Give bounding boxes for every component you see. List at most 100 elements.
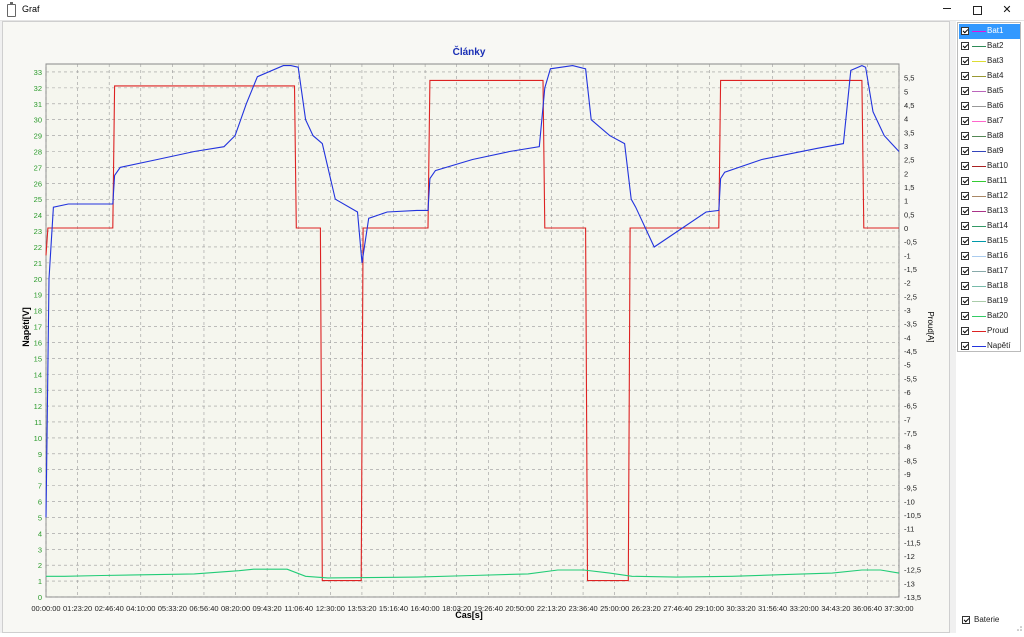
y2-tick-label: -9,5 (904, 484, 917, 493)
legend-color-swatch (972, 31, 986, 32)
checkbox-icon[interactable] (961, 192, 969, 200)
checkbox-icon[interactable] (961, 237, 969, 245)
close-button[interactable]: ✕ (992, 0, 1022, 20)
legend-item[interactable]: Bat1 (959, 24, 1020, 39)
checkbox-icon[interactable] (961, 222, 969, 230)
checkbox-icon[interactable] (961, 57, 969, 65)
legend-item[interactable]: Bat4 (959, 69, 1020, 84)
y-tick-label: 30 (34, 116, 42, 125)
y-tick-label: 16 (34, 338, 42, 347)
y-tick-label: 15 (34, 354, 42, 363)
x-tick-label: 33:20:00 (790, 604, 819, 613)
x-tick-label: 09:43:20 (253, 604, 282, 613)
y2-tick-label: -1,5 (904, 265, 917, 274)
grid-lines (45, 63, 900, 598)
chart-panel[interactable]: Články Čas[s] Napětí[V] Proud[A] 00:00:0… (2, 21, 950, 633)
series-legend-list[interactable]: Bat1 Bat2 Bat3 Bat4 Bat5 Bat6 Bat7 Bat8 Bat9 Bat1… (957, 22, 1021, 352)
x-tick-label: 04:10:00 (126, 604, 155, 613)
legend-label: Bat5 (987, 86, 1004, 95)
checkbox-icon[interactable] (961, 87, 969, 95)
checkbox-icon[interactable] (961, 282, 969, 290)
y-tick-label: 23 (34, 227, 42, 236)
legend-item[interactable]: Bat15 (959, 234, 1020, 249)
legend-item[interactable]: Bat10 (959, 159, 1020, 174)
checkbox-icon[interactable] (961, 42, 969, 50)
legend-item[interactable]: Bat7 (959, 114, 1020, 129)
baterie-checkbox[interactable]: Baterie (960, 614, 1020, 628)
checkbox-icon[interactable] (961, 297, 969, 305)
checkbox-icon[interactable] (961, 327, 969, 335)
checkbox-icon[interactable] (961, 72, 969, 80)
y2-tick-label: -13,5 (904, 593, 921, 602)
legend-item[interactable]: Napětí (959, 339, 1020, 354)
checkbox-icon[interactable] (961, 132, 969, 140)
legend-label: Bat18 (987, 281, 1008, 290)
x-tick-label: 08:20:00 (221, 604, 250, 613)
legend-item[interactable]: Bat3 (959, 54, 1020, 69)
legend-item[interactable]: Bat19 (959, 294, 1020, 309)
legend-color-swatch (972, 121, 986, 122)
y-tick-label: 33 (34, 68, 42, 77)
x-tick-label: 37:30:00 (884, 604, 913, 613)
y2-tick-label: -0,5 (904, 238, 917, 247)
y-tick-label: 26 (34, 179, 42, 188)
resize-grip-icon[interactable] (1015, 624, 1023, 632)
legend-item[interactable]: Bat5 (959, 84, 1020, 99)
checkbox-icon[interactable] (961, 312, 969, 320)
x-tick-label: 22:13:20 (537, 604, 566, 613)
y2-tick-label: -12,5 (904, 566, 921, 575)
y2-tick-label: -11,5 (904, 538, 921, 547)
legend-color-swatch (972, 91, 986, 92)
checkbox-icon[interactable] (961, 102, 969, 110)
checkbox-icon[interactable] (961, 177, 969, 185)
y-tick-label: 17 (34, 323, 42, 332)
checkbox-icon[interactable] (961, 252, 969, 260)
y2-tick-label: 4,5 (904, 101, 914, 110)
checkbox-icon[interactable] (961, 267, 969, 275)
legend-label: Bat17 (987, 266, 1008, 275)
legend-item[interactable]: Bat9 (959, 144, 1020, 159)
legend-item[interactable]: Bat12 (959, 189, 1020, 204)
legend-item[interactable]: Bat20 (959, 309, 1020, 324)
maximize-button[interactable] (962, 0, 992, 20)
legend-color-swatch (972, 256, 986, 257)
y2-axis-label: Proud[A] (926, 311, 935, 342)
legend-item[interactable]: Bat11 (959, 174, 1020, 189)
y-tick-label: 22 (34, 243, 42, 252)
legend-item[interactable]: Bat2 (959, 39, 1020, 54)
minimize-icon (943, 8, 951, 9)
y2-tick-label: 0 (904, 224, 908, 233)
legend-color-swatch (972, 331, 986, 332)
legend-item[interactable]: Bat14 (959, 219, 1020, 234)
checkbox-icon[interactable] (961, 207, 969, 215)
legend-color-swatch (972, 61, 986, 62)
legend-color-swatch (972, 226, 986, 227)
legend-item[interactable]: Bat18 (959, 279, 1020, 294)
legend-item[interactable]: Bat6 (959, 99, 1020, 114)
legend-item[interactable]: Bat16 (959, 249, 1020, 264)
checkbox-icon[interactable] (962, 616, 970, 624)
plot-area (45, 63, 900, 598)
y-tick-label: 12 (34, 402, 42, 411)
y2-tick-label: -3,5 (904, 320, 917, 329)
x-tick-label: 12:30:00 (316, 604, 345, 613)
legend-label: Bat8 (987, 131, 1004, 140)
y-tick-label: 14 (34, 370, 42, 379)
checkbox-icon[interactable] (961, 162, 969, 170)
checkbox-icon[interactable] (961, 342, 969, 350)
legend-item[interactable]: Bat8 (959, 129, 1020, 144)
x-tick-label: 25:00:00 (600, 604, 629, 613)
legend-item[interactable]: Bat17 (959, 264, 1020, 279)
y-tick-label: 31 (34, 100, 42, 109)
legend-color-swatch (972, 46, 986, 47)
legend-color-swatch (972, 316, 986, 317)
checkbox-icon[interactable] (961, 117, 969, 125)
y2-tick-label: 1,5 (904, 183, 914, 192)
legend-color-swatch (972, 271, 986, 272)
minimize-button[interactable] (932, 0, 962, 20)
legend-item[interactable]: Bat13 (959, 204, 1020, 219)
legend-item[interactable]: Proud (959, 324, 1020, 339)
checkbox-icon[interactable] (961, 27, 969, 35)
legend-color-swatch (972, 211, 986, 212)
checkbox-icon[interactable] (961, 147, 969, 155)
